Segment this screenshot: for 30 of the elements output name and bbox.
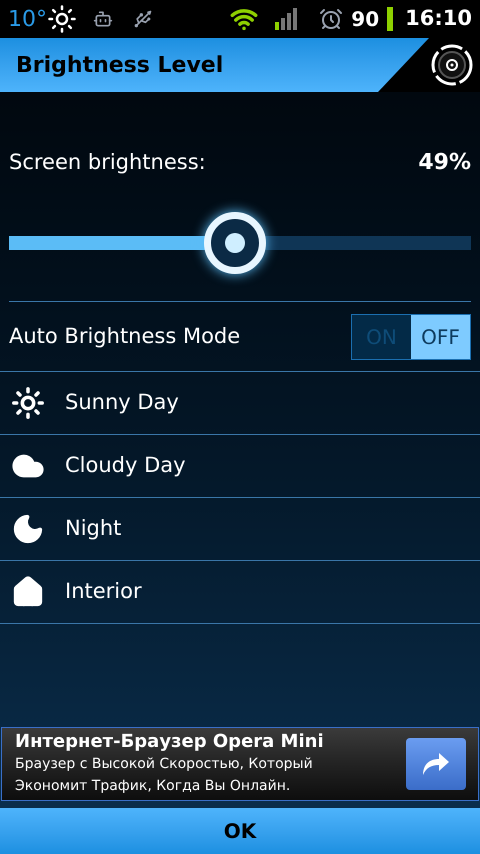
ad-banner[interactable]: Интернет-Браузер Opera Mini Браузер с Высокой Скоростью, Который Экономит Трафик, Когда Вы Онлайн. xyxy=(1,727,479,801)
curved-arrow-icon xyxy=(421,751,451,777)
sun-icon xyxy=(47,4,77,34)
usb-icon xyxy=(133,9,153,29)
ok-button[interactable]: OK xyxy=(0,808,480,854)
brightness-label: Screen brightness: xyxy=(9,148,206,176)
window-title: Brightness Level xyxy=(16,52,224,80)
ad-text: Браузер с Высокой Скоростью, Который Экономит Трафик, Когда Вы Онлайн. xyxy=(15,755,314,796)
battery-level: 90 xyxy=(351,6,380,33)
sun-icon xyxy=(11,386,45,420)
moon-icon xyxy=(11,512,45,546)
toggle-option[interactable]: OFF xyxy=(411,314,470,358)
house-icon xyxy=(11,575,45,609)
ad-title: Интернет-Браузер Opera Mini xyxy=(15,731,325,753)
preset-item[interactable]: Night xyxy=(0,498,480,561)
refresh-dial-icon xyxy=(430,43,474,87)
preset-item[interactable]: Cloudy Day xyxy=(0,435,480,498)
temperature: 10° xyxy=(8,6,47,34)
preset-item[interactable]: Sunny Day xyxy=(0,372,480,435)
signal-icon xyxy=(275,8,300,30)
android-icon xyxy=(93,9,113,29)
alarm-icon xyxy=(319,7,344,31)
clock: 16:10 xyxy=(405,5,472,32)
preset-item[interactable]: Interior xyxy=(0,561,480,624)
battery-icon xyxy=(387,7,394,31)
auto-mode-label: Auto Brightness Mode xyxy=(9,322,240,350)
slider-thumb[interactable] xyxy=(204,212,266,274)
share-arrow-button[interactable] xyxy=(406,738,466,790)
brightness-value: 49% xyxy=(418,149,471,177)
brightness-slider[interactable] xyxy=(9,211,471,275)
